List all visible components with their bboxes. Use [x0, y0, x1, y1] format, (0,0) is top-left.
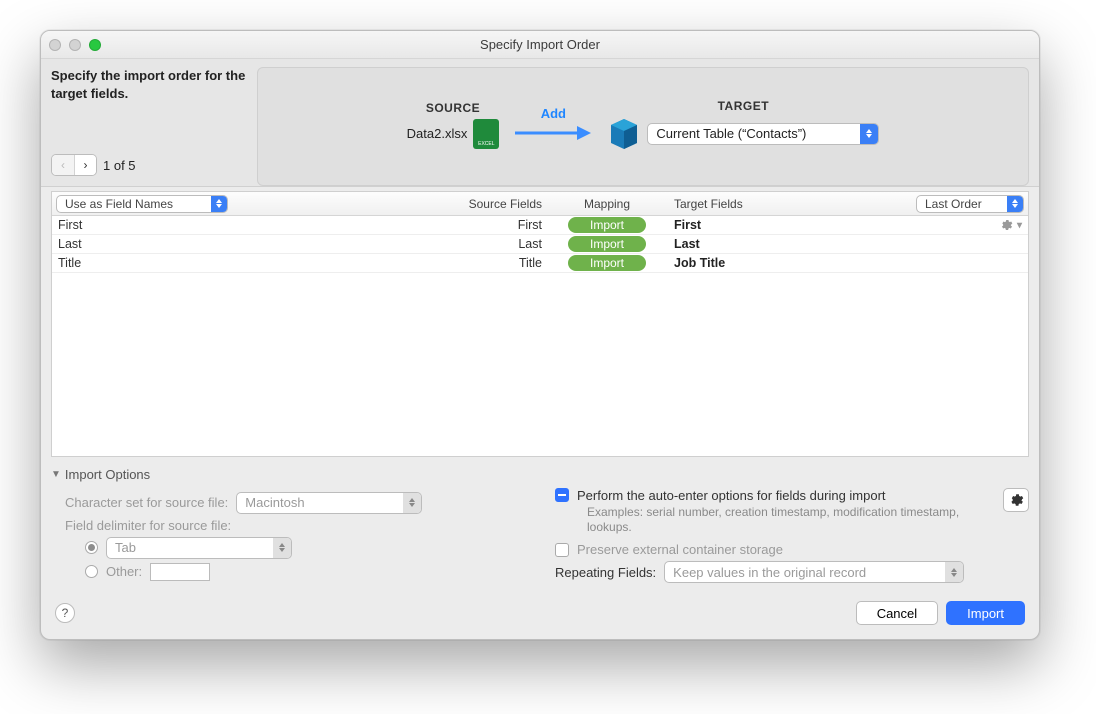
target-column: TARGET Current Table (“Contacts”)	[607, 99, 879, 151]
delimiter-label-row: Field delimiter for source file:	[65, 518, 525, 533]
sort-order-select[interactable]: Last Order	[916, 195, 1024, 213]
source-row: Data2.xlsx	[407, 119, 500, 149]
radio-other	[85, 565, 98, 578]
target-row: Current Table (“Contacts”)	[607, 117, 879, 151]
table-row[interactable]: FirstFirst Import First ▾	[52, 216, 1028, 235]
preserve-checkbox	[555, 543, 569, 557]
footer: ? Cancel Import	[41, 595, 1039, 639]
target-table-value: Current Table (“Contacts”)	[656, 126, 812, 141]
charset-select: Macintosh	[236, 492, 422, 514]
delimiter-tab-row: Tab	[85, 537, 525, 559]
source-target-panel: SOURCE Data2.xlsx Add TARGET	[257, 67, 1029, 186]
mapping-pill[interactable]: Import	[568, 217, 646, 233]
add-mode-label[interactable]: Add	[541, 106, 566, 121]
th-source-label: Source Fields	[469, 197, 552, 211]
pager-segment: ‹ ›	[51, 154, 97, 176]
options-header[interactable]: ▼ Import Options	[51, 467, 1029, 482]
preserve-row: Preserve external container storage	[555, 542, 1029, 557]
radio-tab	[85, 541, 98, 554]
table-row[interactable]: TitleTitle Import Job Title	[52, 254, 1028, 273]
repeating-row: Repeating Fields: Keep values in the ori…	[555, 561, 1029, 583]
import-button[interactable]: Import	[946, 601, 1025, 625]
source-heading: SOURCE	[426, 101, 480, 115]
import-order-dialog: Specify Import Order Specify the import …	[40, 30, 1040, 640]
mapping-pill[interactable]: Import	[568, 236, 646, 252]
options-left: Character set for source file: Macintosh…	[51, 488, 525, 587]
mapping-pill[interactable]: Import	[568, 255, 646, 271]
select-arrows-icon	[211, 196, 227, 212]
disclosure-triangle-icon: ▼	[51, 469, 61, 480]
pager-prev-button[interactable]: ‹	[52, 155, 74, 175]
th-source: Use as Field Names Source Fields	[52, 195, 552, 213]
th-target-label: Target Fields	[674, 197, 743, 211]
import-options: ▼ Import Options Character set for sourc…	[51, 467, 1029, 587]
autoenter-checkbox[interactable]	[555, 488, 569, 502]
mapping-arrow: Add	[513, 106, 593, 143]
charset-row: Character set for source file: Macintosh	[65, 492, 525, 514]
pager-label: 1 of 5	[103, 158, 136, 173]
titlebar: Specify Import Order	[41, 31, 1039, 59]
th-target: Target Fields Last Order	[662, 195, 1028, 213]
arrow-icon	[513, 123, 593, 143]
delimiter-other-row: Other:	[85, 563, 525, 581]
gear-icon	[1008, 492, 1024, 508]
source-column: SOURCE Data2.xlsx	[407, 101, 500, 149]
cancel-button[interactable]: Cancel	[856, 601, 938, 625]
autoenter-label: Perform the auto-enter options for field…	[577, 488, 886, 503]
select-arrows-icon	[945, 562, 963, 582]
source-filename: Data2.xlsx	[407, 126, 468, 141]
field-mapping-table: Use as Field Names Source Fields Mapping…	[51, 191, 1029, 457]
excel-file-icon	[473, 119, 499, 149]
repeating-label: Repeating Fields:	[555, 565, 656, 580]
pager-next-button[interactable]: ›	[74, 155, 96, 175]
th-mapping-label: Mapping	[552, 197, 662, 211]
delimiter-other-label: Other:	[106, 564, 142, 579]
chevron-down-icon[interactable]: ▾	[1017, 220, 1022, 231]
options-title: Import Options	[65, 467, 150, 482]
repeating-select: Keep values in the original record	[664, 561, 964, 583]
charset-label: Character set for source file:	[65, 495, 228, 510]
help-button[interactable]: ?	[55, 603, 75, 623]
delimiter-other-input	[150, 563, 210, 581]
table-body: FirstFirst Import First ▾ LastLast Impor…	[52, 216, 1028, 456]
target-heading: TARGET	[718, 99, 769, 113]
select-arrows-icon	[1007, 196, 1023, 212]
gear-icon[interactable]	[999, 218, 1013, 232]
use-as-select[interactable]: Use as Field Names	[56, 195, 228, 213]
options-right: Perform the auto-enter options for field…	[555, 488, 1029, 587]
header-left: Specify the import order for the target …	[51, 67, 251, 186]
instruction-text: Specify the import order for the target …	[51, 67, 251, 102]
table-row[interactable]: LastLast Import Last	[52, 235, 1028, 254]
delimiter-label: Field delimiter for source file:	[65, 518, 231, 533]
filemaker-icon	[607, 117, 641, 151]
select-arrows-icon	[273, 538, 291, 558]
target-table-select[interactable]: Current Table (“Contacts”)	[647, 123, 879, 145]
table-header: Use as Field Names Source Fields Mapping…	[52, 192, 1028, 216]
autoenter-hint: Examples: serial number, creation timest…	[587, 505, 995, 536]
header: Specify the import order for the target …	[41, 59, 1039, 187]
select-arrows-icon	[403, 493, 421, 513]
select-arrows-icon	[860, 124, 878, 144]
window-title: Specify Import Order	[41, 37, 1039, 52]
preserve-label: Preserve external container storage	[577, 542, 783, 557]
delimiter-tab-select: Tab	[106, 537, 292, 559]
record-pager: ‹ › 1 of 5	[51, 154, 251, 176]
settings-button[interactable]	[1003, 488, 1029, 512]
